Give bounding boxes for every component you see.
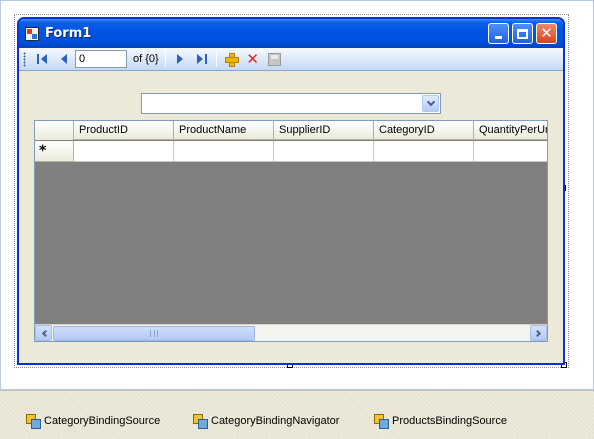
column-header[interactable]: CategoryID xyxy=(374,121,474,140)
maximize-button[interactable] xyxy=(512,23,533,44)
move-last-icon xyxy=(196,54,207,64)
row-header[interactable]: * xyxy=(35,141,74,162)
column-header[interactable]: ProductName xyxy=(174,121,274,140)
binding-source-icon xyxy=(26,414,41,429)
tray-item-label: ProductsBindingSource xyxy=(392,415,507,427)
binding-source-icon xyxy=(374,414,389,429)
delete-icon: ✕ xyxy=(246,50,259,68)
products-datagridview[interactable]: ProductID ProductName SupplierID Categor… xyxy=(34,120,548,342)
add-icon xyxy=(224,53,239,67)
scroll-thumb[interactable] xyxy=(53,325,255,341)
chevron-down-icon xyxy=(426,97,435,107)
tray-item-category-binding-navigator[interactable]: CategoryBindingNavigator xyxy=(193,414,340,429)
category-combobox[interactable] xyxy=(141,93,441,114)
grid-cell[interactable] xyxy=(474,141,547,162)
chevron-right-icon xyxy=(533,329,541,337)
scroll-track[interactable] xyxy=(52,325,530,341)
binding-navigator: 0 of {0} ✕ xyxy=(19,48,563,71)
grid-header-row: ProductID ProductName SupplierID Categor… xyxy=(35,121,547,140)
column-header[interactable]: ProductID xyxy=(74,121,174,140)
title-bar[interactable]: Form1 ✕ xyxy=(19,19,563,48)
toolbar-separator xyxy=(215,51,217,67)
grid-corner-cell[interactable] xyxy=(35,121,74,140)
delete-button[interactable]: ✕ xyxy=(242,49,264,69)
toolbar-separator xyxy=(164,51,166,67)
close-button[interactable]: ✕ xyxy=(536,23,557,44)
new-row: * xyxy=(35,141,547,162)
column-header[interactable]: QuantityPerUnit xyxy=(474,121,547,140)
form-title: Form1 xyxy=(45,26,92,41)
save-button[interactable] xyxy=(264,49,286,69)
grid-cell[interactable] xyxy=(174,141,274,162)
thumb-grip-icon xyxy=(150,329,158,337)
form-window: Form1 ✕ 0 of {0} ✕ ProductID ProductName… xyxy=(17,17,565,365)
scroll-left-button[interactable] xyxy=(35,325,52,341)
move-first-button[interactable] xyxy=(31,49,53,69)
close-icon: ✕ xyxy=(540,24,553,42)
add-new-button[interactable] xyxy=(220,49,242,69)
binding-navigator-icon xyxy=(193,414,208,429)
move-next-button[interactable] xyxy=(169,49,191,69)
grid-cell[interactable] xyxy=(274,141,374,162)
tray-item-label: CategoryBindingNavigator xyxy=(211,415,340,427)
horizontal-scrollbar[interactable] xyxy=(35,324,547,341)
move-last-button[interactable] xyxy=(191,49,213,69)
scroll-right-button[interactable] xyxy=(530,325,547,341)
toolbar-grip[interactable] xyxy=(23,51,26,67)
grid-cell[interactable] xyxy=(374,141,474,162)
form-icon xyxy=(25,26,39,41)
minimize-button[interactable] xyxy=(488,23,509,44)
move-previous-button[interactable] xyxy=(53,49,75,69)
move-first-icon xyxy=(37,54,47,64)
minimize-icon xyxy=(495,36,502,39)
position-input[interactable]: 0 xyxy=(75,50,127,68)
count-label: of {0} xyxy=(133,53,159,65)
tray-item-category-binding-source[interactable]: CategoryBindingSource xyxy=(26,414,161,429)
column-header[interactable]: SupplierID xyxy=(274,121,374,140)
tray-item-products-binding-source[interactable]: ProductsBindingSource xyxy=(374,414,507,429)
save-icon xyxy=(268,52,282,66)
combobox-dropdown-button[interactable] xyxy=(422,95,439,112)
grid-cell[interactable] xyxy=(74,141,174,162)
move-previous-icon xyxy=(61,54,67,64)
maximize-icon xyxy=(517,28,528,39)
move-next-icon xyxy=(176,54,183,64)
chevron-left-icon xyxy=(41,329,49,337)
tray-item-label: CategoryBindingSource xyxy=(44,415,161,427)
